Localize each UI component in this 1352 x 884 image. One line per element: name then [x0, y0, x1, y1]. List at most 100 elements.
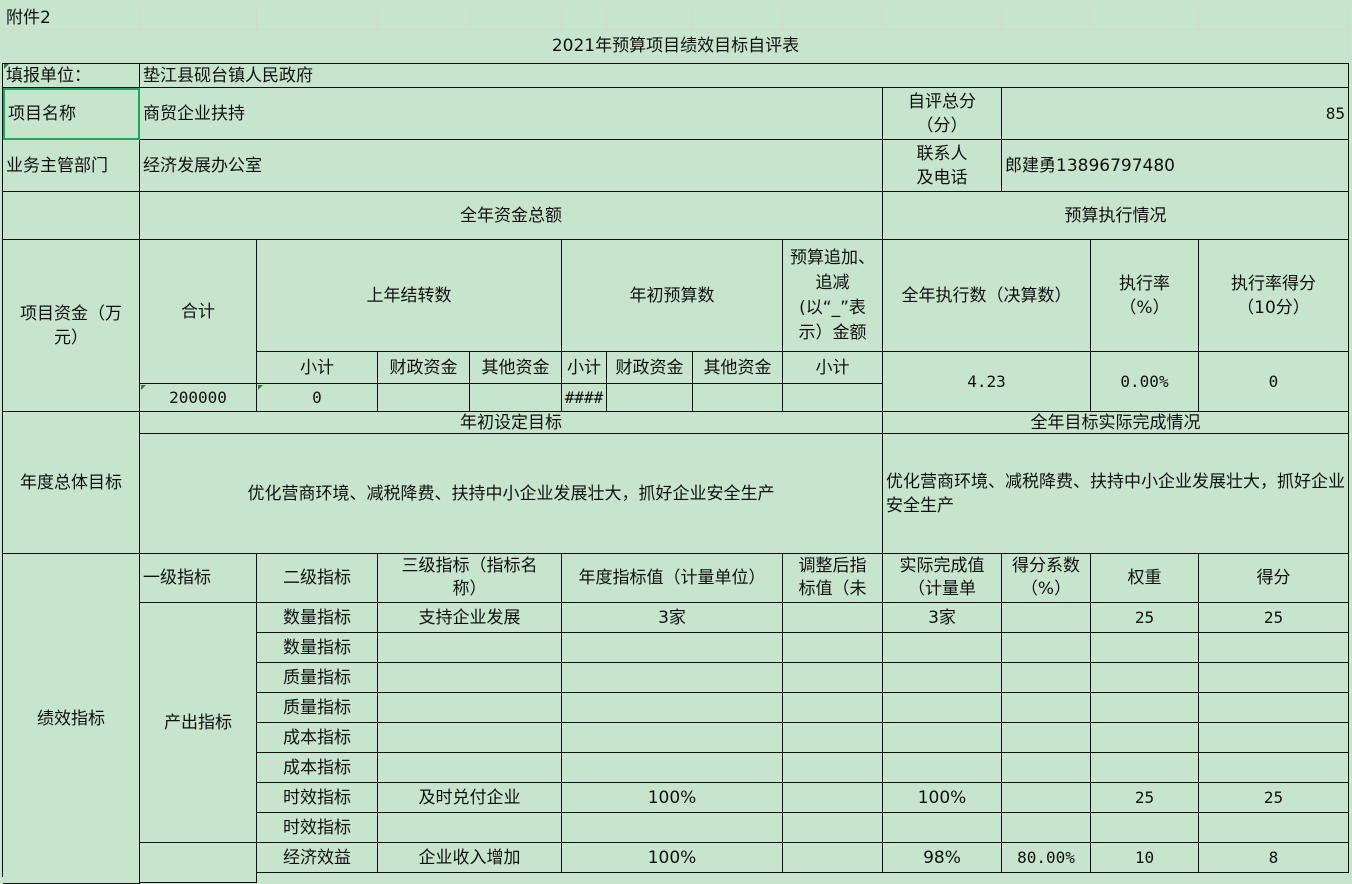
- indicator-cell-score[interactable]: [1199, 753, 1349, 783]
- annual-exec-value-cell[interactable]: 4.23: [883, 352, 1091, 412]
- indicator-cell-coef[interactable]: [1002, 783, 1091, 813]
- exec-score-header[interactable]: 执行率得分（10分）: [1199, 240, 1349, 352]
- indicator-cell-weight[interactable]: [1091, 753, 1199, 783]
- empty-cell[interactable]: [140, 6, 257, 30]
- indicator-cell-adjusted[interactable]: [783, 813, 883, 843]
- indicator-cell-l3[interactable]: [378, 693, 562, 723]
- empty-cell[interactable]: [1091, 6, 1199, 30]
- fund-total-header[interactable]: 全年资金总额: [140, 192, 883, 240]
- indicator-cell-target[interactable]: [562, 693, 783, 723]
- contact-value-cell[interactable]: 郎建勇13896797480: [1002, 140, 1349, 192]
- empty-cell[interactable]: [140, 843, 257, 883]
- indicator-cell-adjusted[interactable]: [783, 603, 883, 633]
- budget-exec-header[interactable]: 预算执行情况: [883, 192, 1349, 240]
- empty-cell[interactable]: [470, 6, 562, 30]
- indicator-cell-coef[interactable]: [1002, 693, 1091, 723]
- output-label-cell[interactable]: 产出指标: [140, 603, 257, 843]
- header-l2[interactable]: 二级指标: [257, 554, 378, 603]
- indicator-cell-target[interactable]: [562, 813, 783, 843]
- empty-cell[interactable]: [378, 6, 470, 30]
- indicator-cell-score[interactable]: 8: [1199, 843, 1349, 873]
- year-start-header[interactable]: 年初预算数: [562, 240, 783, 352]
- indicator-cell-target[interactable]: 100%: [562, 843, 783, 873]
- header-l1[interactable]: 一级指标: [140, 554, 257, 603]
- exec-rate-header[interactable]: 执行率（%）: [1091, 240, 1199, 352]
- indicator-cell-l2[interactable]: 成本指标: [257, 753, 378, 783]
- indicator-cell-coef[interactable]: 80.00%: [1002, 843, 1091, 873]
- empty-cell[interactable]: [378, 384, 470, 412]
- indicator-cell-l3[interactable]: 支持企业发展: [378, 603, 562, 633]
- indicator-cell-l3[interactable]: 企业收入增加: [378, 843, 562, 873]
- indicator-cell-target[interactable]: 100%: [562, 783, 783, 813]
- empty-cell[interactable]: [883, 6, 1002, 30]
- self-score-value-cell[interactable]: 85: [1002, 88, 1349, 140]
- indicator-cell-weight[interactable]: 10: [1091, 843, 1199, 873]
- indicator-cell-score[interactable]: [1199, 813, 1349, 843]
- year-start-fiscal-header[interactable]: 财政资金: [607, 352, 693, 384]
- indicator-cell-coef[interactable]: [1002, 663, 1091, 693]
- indicator-cell-coef[interactable]: [1002, 633, 1091, 663]
- header-coef[interactable]: 得分系数（%）: [1002, 554, 1091, 603]
- indicator-cell-l2[interactable]: 数量指标: [257, 603, 378, 633]
- indicator-cell-score[interactable]: [1199, 723, 1349, 753]
- indicator-cell-l2[interactable]: 数量指标: [257, 633, 378, 663]
- indicator-cell-score[interactable]: 25: [1199, 783, 1349, 813]
- header-adjusted[interactable]: 调整后指标值（未: [783, 554, 883, 603]
- indicator-cell-l2[interactable]: 成本指标: [257, 723, 378, 753]
- indicator-cell-l2[interactable]: 质量指标: [257, 693, 378, 723]
- indicator-cell-l3[interactable]: [378, 663, 562, 693]
- indicator-cell-l2[interactable]: 时效指标: [257, 813, 378, 843]
- indicator-cell-actual[interactable]: [883, 753, 1002, 783]
- indicator-cell-l3[interactable]: [378, 753, 562, 783]
- indicator-cell-coef[interactable]: [1002, 753, 1091, 783]
- fill-unit-value-cell[interactable]: 垫江县砚台镇人民政府: [140, 63, 1349, 88]
- indicator-cell-target[interactable]: 3家: [562, 603, 783, 633]
- exec-score-value-cell[interactable]: 0: [1199, 352, 1349, 412]
- project-name-value-cell[interactable]: 商贸企业扶持: [140, 88, 883, 140]
- indicator-cell-actual[interactable]: [883, 813, 1002, 843]
- initial-goal-text-cell[interactable]: 优化营商环境、减税降费、扶持中小企业发展壮大，抓好企业安全生产: [140, 434, 883, 554]
- header-l3[interactable]: 三级指标（指标名称）: [378, 554, 562, 603]
- exec-rate-value-cell[interactable]: 0.00%: [1091, 352, 1199, 412]
- indicator-cell-actual[interactable]: [883, 633, 1002, 663]
- indicator-cell-target[interactable]: [562, 723, 783, 753]
- empty-cell[interactable]: [257, 6, 378, 30]
- project-fund-label-cell[interactable]: 项目资金（万元）: [3, 240, 140, 412]
- indicator-cell-coef[interactable]: [1002, 603, 1091, 633]
- total-value-cell[interactable]: 200000: [140, 384, 257, 412]
- adjust-subtotal-header[interactable]: 小计: [783, 352, 883, 384]
- empty-cell[interactable]: [607, 384, 693, 412]
- indicator-cell-score[interactable]: [1199, 633, 1349, 663]
- year-start-other-header[interactable]: 其他资金: [693, 352, 783, 384]
- annual-goal-label-cell[interactable]: 年度总体目标: [3, 412, 140, 554]
- actual-goal-header[interactable]: 全年目标实际完成情况: [883, 412, 1349, 434]
- adjust-header[interactable]: 预算追加、追减(以“_”表示）金额: [783, 240, 883, 352]
- indicator-cell-weight[interactable]: 25: [1091, 783, 1199, 813]
- indicator-cell-adjusted[interactable]: [783, 723, 883, 753]
- indicator-cell-adjusted[interactable]: [783, 633, 883, 663]
- fill-unit-label-cell[interactable]: 填报单位：: [3, 63, 140, 88]
- year-start-subtotal-value-cell[interactable]: ####: [562, 384, 607, 412]
- indicator-cell-target[interactable]: [562, 663, 783, 693]
- annual-exec-header[interactable]: 全年执行数（决算数）: [883, 240, 1091, 352]
- indicator-cell-adjusted[interactable]: [783, 663, 883, 693]
- project-name-label-cell[interactable]: 项目名称: [3, 88, 140, 140]
- last-year-other-header[interactable]: 其他资金: [470, 352, 562, 384]
- header-annual-val[interactable]: 年度指标值（计量单位）: [562, 554, 783, 603]
- indicator-cell-l2[interactable]: 经济效益: [257, 843, 378, 873]
- empty-cell[interactable]: [783, 6, 883, 30]
- initial-goal-header[interactable]: 年初设定目标: [140, 412, 883, 434]
- indicator-cell-weight[interactable]: [1091, 693, 1199, 723]
- empty-cell[interactable]: [470, 384, 562, 412]
- indicator-cell-l3[interactable]: [378, 723, 562, 753]
- indicator-cell-weight[interactable]: [1091, 813, 1199, 843]
- attachment-label-cell[interactable]: 附件2: [3, 6, 140, 30]
- indicator-cell-weight[interactable]: [1091, 723, 1199, 753]
- empty-cell[interactable]: [607, 6, 693, 30]
- indicator-cell-actual[interactable]: 100%: [883, 783, 1002, 813]
- empty-cell[interactable]: [562, 6, 607, 30]
- indicator-cell-target[interactable]: [562, 753, 783, 783]
- indicator-cell-adjusted[interactable]: [783, 783, 883, 813]
- actual-goal-text-cell[interactable]: 优化营商环境、减税降费、扶持中小企业发展壮大，抓好企业安全生产: [883, 434, 1349, 554]
- indicator-cell-coef[interactable]: [1002, 813, 1091, 843]
